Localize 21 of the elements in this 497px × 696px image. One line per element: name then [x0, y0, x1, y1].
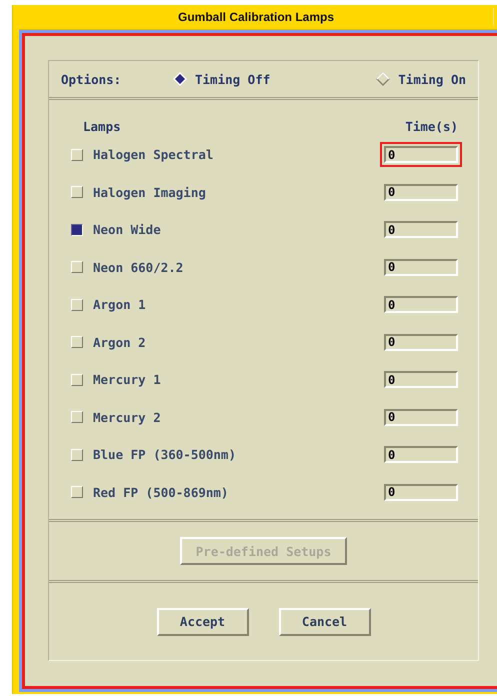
radio-label[interactable]: Timing Off: [195, 72, 270, 86]
lamp-label[interactable]: Halogen Imaging: [93, 184, 380, 200]
lamp-label[interactable]: Blue FP (360-500nm): [93, 447, 380, 462]
dialog-button[interactable]: Cancel: [278, 608, 370, 636]
lamp-label[interactable]: Mercury 2: [93, 410, 380, 425]
lamp-label[interactable]: Neon Wide: [93, 222, 380, 238]
lamp-label[interactable]: Argon 1: [93, 297, 380, 312]
lamp-label[interactable]: Argon 2: [93, 334, 380, 350]
lamp-label[interactable]: Red FP (500-869nm): [93, 484, 380, 500]
checkbox[interactable]: [71, 224, 83, 236]
options-label: Options:: [61, 72, 122, 86]
radio-label[interactable]: Timing On: [398, 72, 466, 86]
lamp-label[interactable]: Mercury 1: [93, 372, 380, 388]
time-field[interactable]: 0: [380, 142, 462, 168]
window-title: Gumball Calibration Lamps: [176, 10, 336, 24]
column-header: Lamps: [83, 118, 121, 134]
lamp-label[interactable]: Halogen Spectral: [93, 147, 380, 162]
column-header: Time(s): [405, 118, 458, 134]
radio-button[interactable]: [376, 72, 390, 86]
lamp-label[interactable]: Neon 660/2.2: [93, 260, 380, 275]
dialog-button[interactable]: Accept: [156, 608, 248, 636]
